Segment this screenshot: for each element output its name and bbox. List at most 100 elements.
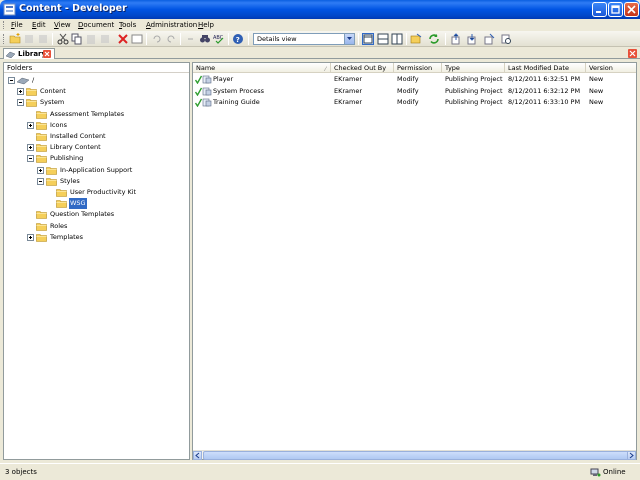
tree-item[interactable]: Styles: [4, 176, 184, 187]
split-horizontal-icon[interactable]: [377, 33, 389, 45]
properties-icon[interactable]: [99, 33, 111, 45]
tree-item[interactable]: User Productivity Kit: [4, 187, 184, 198]
title-bar[interactable]: Content - Developer: [0, 0, 640, 19]
tree-item-label: Installed Content: [50, 132, 106, 140]
check-in-icon[interactable]: [450, 33, 462, 45]
menu-administration[interactable]: Administration: [146, 20, 197, 30]
redo-icon[interactable]: [165, 33, 177, 45]
collapse-icon[interactable]: [37, 177, 44, 185]
check-out-icon[interactable]: [466, 33, 478, 45]
menu-grip: [3, 21, 6, 29]
toolbar-separator: [146, 33, 147, 45]
find-icon[interactable]: [199, 33, 211, 45]
column-header-type[interactable]: Type: [442, 63, 505, 73]
tree-item-label: System: [40, 98, 65, 107]
history-icon[interactable]: [500, 33, 512, 45]
tree-item[interactable]: WSG: [4, 198, 184, 210]
tree-item[interactable]: Templates: [4, 232, 184, 243]
expand-icon[interactable]: [37, 166, 44, 174]
rename-icon[interactable]: [131, 33, 143, 45]
details-layout-button[interactable]: [362, 33, 374, 45]
new-folder-icon[interactable]: [9, 33, 21, 45]
column-header-last-modified[interactable]: Last Modified Date: [505, 63, 586, 73]
menu-tools-label: ools: [122, 21, 137, 29]
tab-close-button[interactable]: [43, 50, 51, 58]
export-icon[interactable]: [410, 33, 422, 45]
tree-item[interactable]: System: [4, 97, 184, 108]
tree-item-label: Assessment Templates: [50, 109, 125, 118]
menu-view[interactable]: View: [54, 20, 71, 30]
expand-icon[interactable]: [27, 233, 34, 241]
cell-name: Player: [213, 75, 234, 83]
column-header-checked-out-by[interactable]: Checked Out By: [331, 63, 394, 73]
cell-version: New: [589, 98, 604, 106]
tree-root[interactable]: /: [4, 75, 184, 86]
tree-item[interactable]: Content: [4, 86, 184, 97]
tree-item[interactable]: Roles: [4, 221, 184, 232]
library-root-icon: [17, 77, 30, 85]
collapse-icon[interactable]: [17, 99, 24, 107]
tab-library[interactable]: Library: [3, 48, 55, 59]
scroll-right-button[interactable]: [627, 451, 636, 460]
open-icon[interactable]: [23, 33, 35, 45]
tree-item[interactable]: Question Templates: [4, 209, 184, 220]
tree-item[interactable]: Publishing: [4, 153, 184, 164]
menu-tools[interactable]: Tools: [119, 20, 136, 30]
tree-item[interactable]: Installed Content: [4, 131, 184, 142]
list-row[interactable]: Player EKramer Modify Publishing Project 8/1…: [193, 74, 636, 85]
tree-item[interactable]: In-Application Support: [4, 165, 184, 176]
toolbar-separator: [406, 33, 407, 45]
list-row[interactable]: Training Guide EKramer Modify Publishing Pr…: [193, 97, 636, 108]
expand-icon[interactable]: [27, 121, 34, 129]
column-header-name[interactable]: Name ⁄: [193, 63, 331, 73]
folder-icon: [36, 121, 47, 130]
expand-icon[interactable]: [17, 88, 24, 96]
copy-icon[interactable]: [71, 33, 83, 45]
menu-file[interactable]: File: [11, 20, 23, 30]
paste-icon[interactable]: [85, 33, 97, 45]
collapse-icon[interactable]: [27, 155, 34, 163]
tree-item[interactable]: Library Content: [4, 142, 184, 153]
view-select-value: Details view: [257, 35, 297, 43]
close-button[interactable]: [624, 2, 639, 17]
split-vertical-icon[interactable]: [391, 33, 403, 45]
cell-checked-out-by: EKramer: [334, 86, 363, 95]
help-icon[interactable]: ?: [232, 33, 244, 45]
folder-icon: [36, 211, 47, 220]
maximize-button[interactable]: [608, 2, 623, 17]
cut-icon[interactable]: [57, 33, 69, 45]
minimize-button[interactable]: [592, 2, 607, 17]
column-header-version[interactable]: Version: [586, 63, 638, 73]
column-header-last-modified-label: Last Modified Date: [508, 64, 569, 72]
cancel-check-out-icon[interactable]: [483, 33, 495, 45]
menu-document[interactable]: Document: [78, 20, 114, 30]
scrollbar-thumb[interactable]: [203, 451, 631, 460]
menu-help[interactable]: Help: [198, 20, 214, 30]
close-all-tabs-button[interactable]: [628, 49, 637, 58]
chevron-left-icon: [195, 452, 200, 459]
folder-icon: [26, 88, 37, 96]
view-select[interactable]: Details view: [253, 33, 355, 45]
refresh-icon[interactable]: [428, 33, 440, 45]
column-header-permission[interactable]: Permission: [394, 63, 442, 73]
checked-out-icon: [195, 98, 202, 107]
horizontal-scrollbar[interactable]: [193, 450, 636, 460]
tree-item[interactable]: Assessment Templates: [4, 109, 184, 120]
menu-edit[interactable]: Edit: [32, 20, 46, 30]
save-icon[interactable]: [37, 33, 49, 45]
view-select-arrow[interactable]: [344, 34, 354, 44]
tree-item-label: User Productivity Kit: [70, 188, 137, 196]
collapse-icon[interactable]: [8, 77, 15, 84]
folders-pane[interactable]: Folders / Content System Assessment Templat…: [3, 62, 190, 460]
scroll-left-button[interactable]: [193, 451, 202, 460]
delete-icon[interactable]: [117, 33, 129, 45]
menu-document-label: ocument: [83, 21, 115, 29]
content-list-pane[interactable]: Name ⁄ Checked Out By Permission Type Las…: [192, 62, 637, 460]
spell-check-icon[interactable]: ABC: [213, 33, 225, 45]
tree-item[interactable]: Icons: [4, 120, 184, 131]
list-row[interactable]: System Process EKramer Modify Publishing Pr…: [193, 86, 636, 97]
back-icon[interactable]: [185, 33, 197, 45]
expand-icon[interactable]: [27, 144, 34, 152]
undo-icon[interactable]: [151, 33, 163, 45]
tree-item-label: In-Application Support: [60, 165, 133, 174]
